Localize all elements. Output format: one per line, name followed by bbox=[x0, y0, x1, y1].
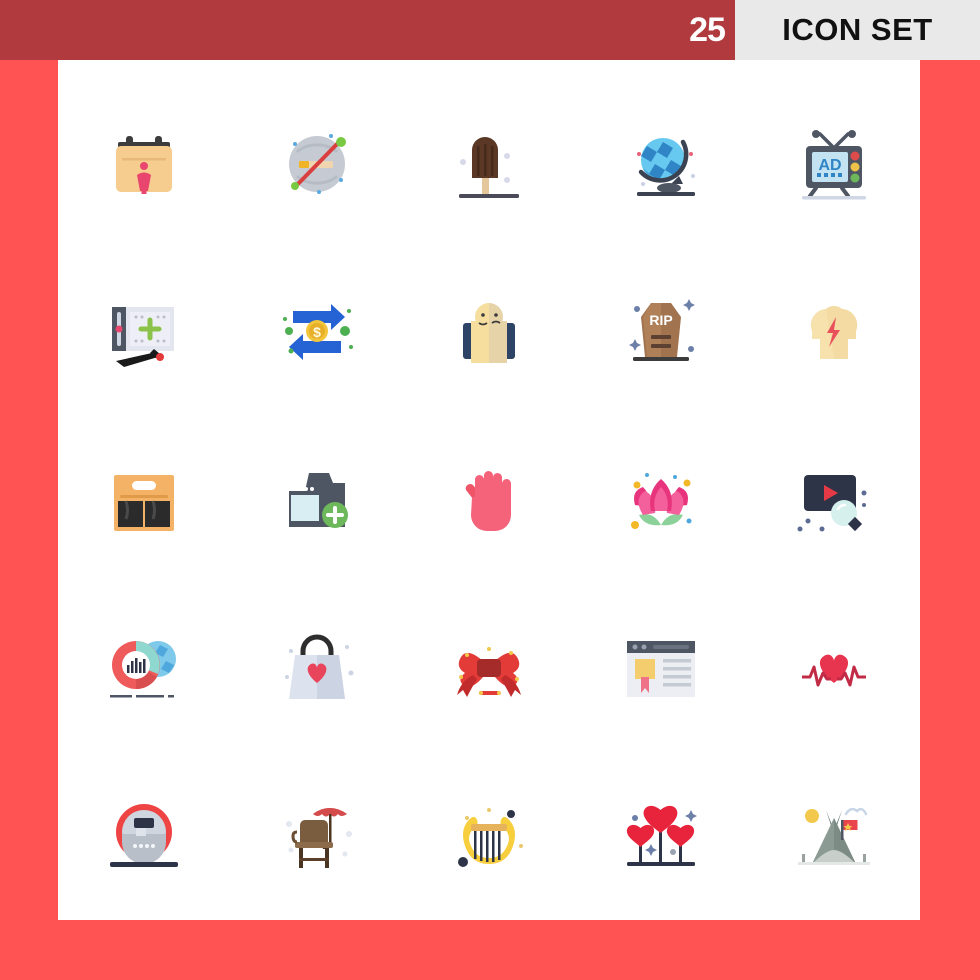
icon-cell-web-certificate[interactable] bbox=[575, 585, 747, 753]
icon-cell-global-analytics[interactable] bbox=[58, 585, 230, 753]
icon-cell-add-photo[interactable] bbox=[230, 417, 402, 585]
icon-count-badge: 25 bbox=[679, 0, 735, 60]
icon-cell-calendar-person[interactable] bbox=[58, 82, 230, 250]
icon-cell-globe[interactable] bbox=[575, 82, 747, 250]
icon-cell-ribbon-bow[interactable] bbox=[403, 585, 575, 753]
title-panel: ICON SET bbox=[735, 0, 980, 60]
icon-cell-beer-pack[interactable] bbox=[58, 417, 230, 585]
icon-cell-video-search[interactable] bbox=[748, 417, 920, 585]
svg-text:$: $ bbox=[313, 324, 321, 340]
header-bar: 25 ICON SET bbox=[0, 0, 980, 60]
svg-text:AD: AD bbox=[818, 157, 841, 174]
icon-cell-beach-chair-umbrella[interactable] bbox=[230, 752, 402, 920]
icon-cell-shopping-bag-heart[interactable] bbox=[230, 585, 402, 753]
icon-cell-lyre-harp[interactable] bbox=[403, 752, 575, 920]
page-title: ICON SET bbox=[782, 12, 933, 47]
icon-cell-camping-tent[interactable] bbox=[748, 752, 920, 920]
icon-cell-round-monitor[interactable] bbox=[58, 752, 230, 920]
svg-text:RIP: RIP bbox=[650, 312, 673, 328]
icon-cell-heart-balloons[interactable] bbox=[575, 752, 747, 920]
icon-cell-tv-ad[interactable]: AD bbox=[748, 82, 920, 250]
icon-cell-coffin-rip[interactable]: RIP bbox=[575, 250, 747, 418]
icon-cell-drawing-tablet[interactable] bbox=[58, 250, 230, 418]
icon-grid: AD $ RIP bbox=[58, 82, 920, 920]
icon-cell-lotus-flower[interactable] bbox=[575, 417, 747, 585]
icon-cell-heartbeat[interactable] bbox=[748, 585, 920, 753]
icon-cell-head-lightning[interactable] bbox=[748, 250, 920, 418]
icon-cell-hand-palm[interactable] bbox=[403, 417, 575, 585]
icon-cell-popsicle[interactable] bbox=[403, 82, 575, 250]
icon-cell-bipolar-faces[interactable] bbox=[403, 250, 575, 418]
icon-canvas: AD $ RIP bbox=[58, 60, 920, 920]
icon-cell-money-exchange[interactable]: $ bbox=[230, 250, 402, 418]
icon-cell-no-smoking[interactable] bbox=[230, 82, 402, 250]
